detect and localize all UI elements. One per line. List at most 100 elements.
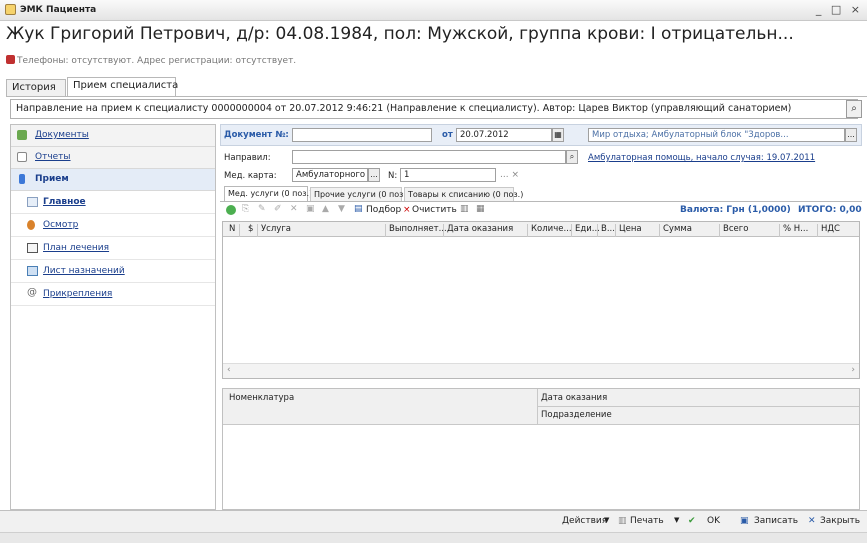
patient-contacts: Телефоны: отсутствуют. Адрес регистрации… [17,56,297,66]
subtab-med-services[interactable]: Мед. услуги (0 поз.) [224,186,312,201]
nav-reception-label: Прием [35,174,69,184]
grid-header: N $ Услуга Выполняет... Дата оказания Ко… [223,222,859,237]
col-performer[interactable]: Выполняет... [385,224,447,237]
pencil-icon[interactable]: ✐ [274,204,282,214]
case-link[interactable]: Амбулаторная помощь, начало случая: 19.0… [588,153,815,163]
reception-icon [19,174,25,184]
col-n[interactable]: N [223,224,235,237]
scroll-left-icon[interactable]: ‹ [227,365,231,375]
organization-select-button[interactable]: ... [845,128,857,142]
print-dropdown-icon[interactable]: ▼ [674,516,679,524]
calendar-button[interactable]: ▦ [552,128,564,142]
col-sum[interactable]: Сумма [659,224,692,237]
nav-treatment-plan[interactable]: План лечения [11,237,215,260]
currency-label: Валюта: Грн (1,0000) [680,205,791,215]
organization-field[interactable]: Мир отдыха; Амбулаторный блок "Здоров... [588,128,845,142]
print-button[interactable]: Печать [630,516,664,526]
nav-attachments[interactable]: @ Прикрепления [11,283,215,306]
select-button[interactable]: Подбор [366,205,401,215]
print-icon: ▥ [618,516,627,526]
phone-icon [6,55,15,64]
nav-documents[interactable]: Документы [11,125,215,147]
card-number-label: N: [388,171,398,181]
nav-reception[interactable]: Прием [11,169,215,191]
col-service-date[interactable]: Дата оказания [443,224,513,237]
col-percent[interactable]: % Н... [779,224,808,237]
doc-number-label: Документ №: [224,130,289,140]
col-v[interactable]: В... [597,224,615,237]
scroll-right-icon[interactable]: › [851,365,855,375]
direction-field[interactable]: Направление на прием к специалисту 00000… [10,99,858,119]
move-down-icon[interactable]: ▼ [338,204,345,214]
add-icon[interactable] [226,205,236,215]
doc-date-field[interactable]: 20.07.2012 [456,128,552,142]
tab-history[interactable]: История [6,79,66,96]
subtab-goods[interactable]: Товары к списанию (0 поз.) [404,187,523,201]
nav-examination-label: Осмотр [43,220,79,230]
delete-icon[interactable]: ✕ [290,204,298,214]
reports-icon [17,152,27,162]
prescriptions-icon [27,266,38,276]
actions-menu[interactable]: Действия [562,516,607,526]
examination-icon [27,220,35,230]
direction-search-button[interactable]: ⌕ [846,100,862,118]
documents-icon [17,130,27,140]
col-vat[interactable]: НДС [817,224,840,237]
actions-dropdown-icon[interactable]: ▼ [604,516,609,524]
save-row-icon[interactable]: ▣ [306,204,315,214]
med-card-select-button[interactable]: ... [368,168,380,182]
select-icon: ▤ [354,204,363,214]
nav-reports-label: Отчеты [35,152,71,162]
col-service[interactable]: Услуга [257,224,291,237]
nomenclature-label: Номенклатура [229,393,295,403]
window-titlebar: ЭМК Пациента _ □ × [0,0,867,21]
nav-main-label: Главное [43,197,86,207]
ok-button[interactable]: OK [707,516,720,526]
close-button[interactable]: Закрыть [820,516,860,526]
subtab-divider [220,201,862,202]
copy-icon[interactable]: ⎘ [242,204,249,214]
services-grid[interactable]: N $ Услуга Выполняет... Дата оказания Ко… [222,221,860,379]
med-card-field[interactable]: Амбулаторного больн [292,168,368,182]
col-dollar[interactable]: $ [239,224,253,237]
subtab-other-services[interactable]: Прочие услуги (0 поз.) [310,187,409,201]
med-card-label: Мед. карта: [224,171,277,181]
doc-date-label: от [442,130,453,140]
card-number-clear-icon[interactable]: ... × [500,170,519,180]
print-row-icon[interactable]: ▥ [460,204,469,214]
save-button[interactable]: Записать [754,516,798,526]
ok-icon: ✔ [688,516,696,526]
save-icon: ▣ [740,516,749,526]
window-title: ЭМК Пациента [20,5,97,15]
nav-documents-label: Документы [35,130,89,140]
window-controls[interactable]: _ □ × [816,3,863,16]
grid-toolbar: ⎘ ✎ ✐ ✕ ▣ ▲ ▼ ▤ Подбор × Очистить ▥ ▦ Ва… [220,204,862,220]
division-label: Подразделение [541,410,612,420]
card-number-field[interactable]: 1 [400,168,496,182]
bottom-action-bar: Действия ▼ ▥ Печать ▼ ✔ OK ▣ Записать ✕ … [0,510,867,532]
nav-main[interactable]: Главное [11,191,215,214]
detail-date-label: Дата оказания [541,393,608,403]
edit-icon[interactable]: ✎ [258,204,266,214]
nav-prescriptions[interactable]: Лист назначений [11,260,215,283]
col-unit[interactable]: Еди... [571,224,600,237]
nav-examination[interactable]: Осмотр [11,214,215,237]
sent-by-search-button[interactable]: ⌕ [566,150,578,164]
nav-treatment-plan-label: План лечения [43,243,110,253]
tab-specialist[interactable]: Прием специалиста [67,77,178,97]
export-icon[interactable]: ▦ [476,204,485,214]
col-quantity[interactable]: Количе... [527,224,572,237]
detail-hdivider [537,406,859,407]
clear-button[interactable]: Очистить [412,205,457,215]
sent-by-field[interactable] [292,150,566,164]
doc-number-field[interactable] [292,128,432,142]
grid-horizontal-scrollbar[interactable]: ‹ › [223,363,859,378]
move-up-icon[interactable]: ▲ [322,204,329,214]
nav-reports[interactable]: Отчеты [11,147,215,169]
col-total[interactable]: Всего [719,224,748,237]
tab-divider [6,96,867,97]
document-form: Документ №: от 20.07.2012 ▦ Мир отдыха; … [220,124,862,510]
status-bar [0,532,867,543]
col-price[interactable]: Цена [615,224,642,237]
clear-icon: × [403,205,411,215]
